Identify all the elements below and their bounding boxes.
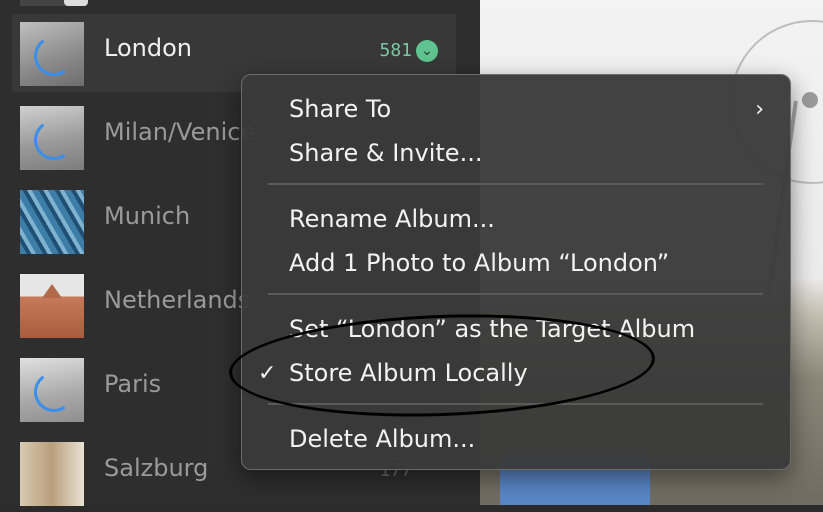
eye-icon	[64, 0, 88, 6]
sync-arc-icon	[30, 32, 78, 80]
menu-item-share-to[interactable]: Share To	[289, 95, 759, 123]
building-spire-shape	[42, 284, 62, 298]
sync-arc-icon	[30, 116, 78, 164]
album-name: Munich	[104, 202, 191, 230]
album-name: Netherlands	[104, 286, 251, 314]
album-count: 581	[379, 40, 412, 61]
menu-item-add-photo[interactable]: Add 1 Photo to Album “London”	[289, 249, 669, 277]
menu-separator	[268, 183, 763, 185]
album-name: Paris	[104, 370, 162, 398]
menu-item-label: Delete Album...	[289, 425, 476, 453]
album-name: London	[104, 34, 192, 62]
menu-item-label: Share & Invite...	[289, 139, 483, 167]
menu-separator	[268, 293, 763, 295]
menu-item-label: Store Album Locally	[289, 359, 528, 387]
menu-separator	[268, 403, 763, 405]
checkmark-icon: ✓	[258, 361, 277, 386]
album-thumbnail	[20, 190, 84, 254]
ferris-wheel-hub	[802, 92, 818, 108]
sync-arc-icon	[30, 368, 78, 416]
menu-item-share-invite[interactable]: Share & Invite...	[289, 139, 482, 167]
album-thumbnail	[20, 106, 84, 170]
album-thumbnail	[20, 22, 84, 86]
menu-item-label: Rename Album...	[289, 205, 495, 233]
menu-item-label: Add 1 Photo to Album “London”	[289, 249, 670, 277]
menu-item-label: Set “London” as the Target Album	[289, 315, 696, 343]
menu-item-delete-album[interactable]: Delete Album...	[289, 425, 475, 453]
album-name: Milan/Venice	[104, 118, 256, 146]
menu-item-rename-album[interactable]: Rename Album...	[289, 205, 495, 233]
album-thumbnail	[20, 358, 84, 422]
menu-item-label: Share To	[289, 95, 392, 123]
album-context-menu: Share To › Share & Invite... Rename Albu…	[241, 74, 791, 470]
album-thumbnail	[20, 442, 84, 506]
chevron-right-icon: ›	[755, 97, 764, 122]
album-thumbnail	[20, 274, 84, 338]
menu-item-set-target-album[interactable]: Set “London” as the Target Album	[289, 315, 695, 343]
chevron-down-icon[interactable]: ⌄	[416, 40, 438, 62]
album-name: Salzburg	[104, 454, 209, 482]
menu-item-store-album-locally[interactable]: Store Album Locally	[289, 359, 528, 387]
